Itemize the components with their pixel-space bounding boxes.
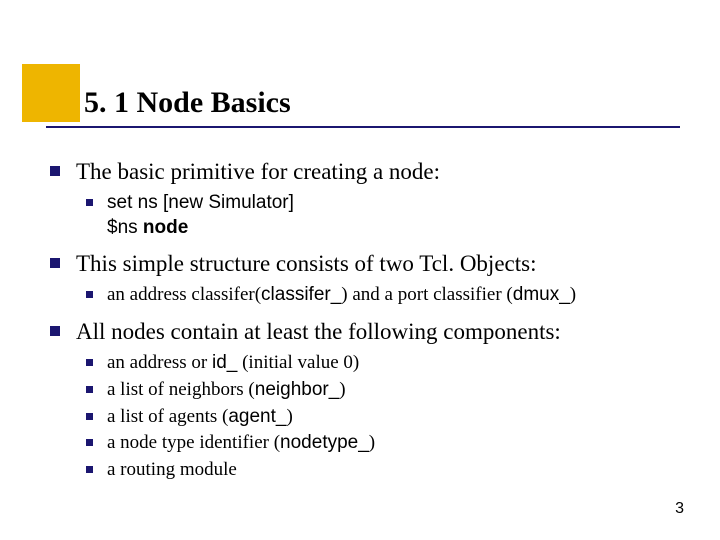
slide-body: The basic primitive for creating a node:… [50,156,680,485]
text-fragment: an address or [107,352,212,373]
code-token: id_ [212,352,237,373]
bullet-level2: a list of agents (agent_) [50,405,680,430]
text-fragment: (initial value 0) [237,352,359,373]
bullet-text: an address or id_ (initial value 0) [107,351,359,376]
code-token: dmux_ [513,284,570,305]
bullet-level2: set ns [new Simulator] $ns node [50,191,680,240]
bullet-level1: All nodes contain at least the following… [50,316,680,347]
text-fragment: ) [339,379,345,400]
bullet-text: a list of neighbors (neighbor_) [107,378,346,403]
code-line: set ns [new Simulator] [107,192,294,213]
bullet-level2: an address or id_ (initial value 0) [50,351,680,376]
page-number: 3 [675,500,684,518]
bullet-text: a list of agents (agent_) [107,405,293,430]
code-token: nodetype_ [280,432,369,453]
code-token: agent_ [228,406,286,427]
bullet-text: This simple structure consists of two Tc… [76,248,536,279]
bullet-icon [86,199,93,206]
bullet-text: a routing module [107,458,237,483]
bullet-level1: This simple structure consists of two Tc… [50,248,680,279]
bullet-icon [86,386,93,393]
bullet-icon [50,326,60,336]
text-fragment: an address classifer( [107,284,261,305]
bullet-text: All nodes contain at least the following… [76,316,561,347]
title-underline [46,126,680,128]
bullet-icon [86,439,93,446]
bullet-icon [50,166,60,176]
slide: 5. 1 Node Basics The basic primitive for… [0,0,720,540]
bullet-text: a node type identifier (nodetype_) [107,431,375,456]
bullet-icon [86,359,93,366]
code-keyword: node [143,217,188,238]
text-fragment: a node type identifier ( [107,432,280,453]
bullet-level2: a node type identifier (nodetype_) [50,431,680,456]
title-block: 5. 1 Node Basics [46,86,680,128]
bullet-level1: The basic primitive for creating a node: [50,156,680,187]
bullet-icon [86,291,93,298]
text-fragment: ) and a port classifier ( [341,284,512,305]
bullet-text: The basic primitive for creating a node: [76,156,440,187]
bullet-icon [86,413,93,420]
bullet-level2: a routing module [50,458,680,483]
bullet-text: an address classifer(classifer_) and a p… [107,283,576,308]
bullet-level2: a list of neighbors (neighbor_) [50,378,680,403]
slide-title: 5. 1 Node Basics [46,86,680,124]
bullet-icon [50,258,60,268]
text-fragment: ) [286,406,292,427]
bullet-level2: an address classifer(classifer_) and a p… [50,283,680,308]
code-line: $ns [107,217,143,238]
text-fragment: a list of agents ( [107,406,228,427]
text-fragment: This simple structure consists of two Tc… [76,251,448,276]
code-token: classifer_ [261,284,341,305]
code-token: neighbor_ [255,379,340,400]
text-fragment: ) [570,284,576,305]
bullet-text: set ns [new Simulator] $ns node [107,191,294,240]
text-fragment: a list of neighbors ( [107,379,255,400]
bullet-icon [86,466,93,473]
text-fragment: ) [369,432,375,453]
text-fragment: Objects: [460,251,537,276]
